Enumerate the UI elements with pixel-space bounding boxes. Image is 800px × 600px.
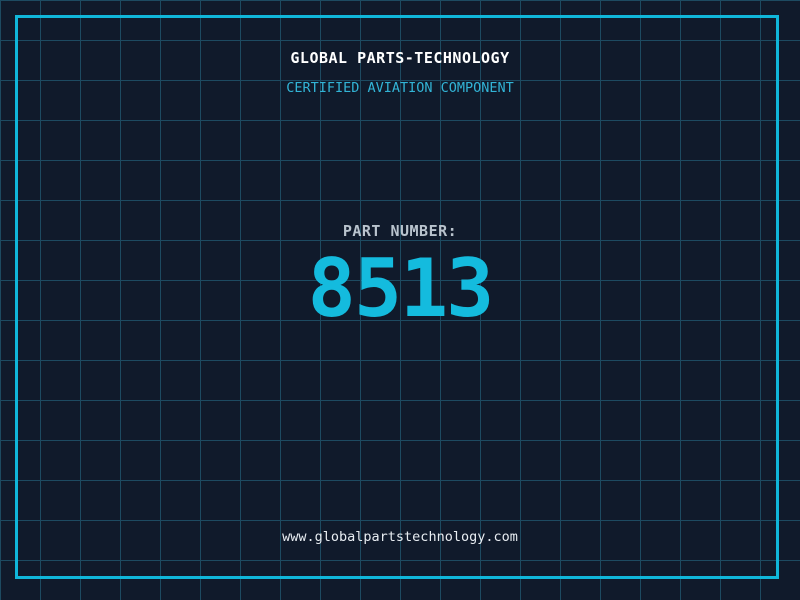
website-url: www.globalpartstechnology.com [282,529,518,545]
brand-title: GLOBAL PARTS-TECHNOLOGY [290,49,510,67]
part-number-label: PART NUMBER: [342,222,458,240]
part-label-page: { "header": { "title": "GLOBAL PARTS-TEC… [0,0,800,600]
brand-subtitle: CERTIFIED AVIATION COMPONENT [286,80,514,96]
part-number-value: 8513 [307,242,495,335]
